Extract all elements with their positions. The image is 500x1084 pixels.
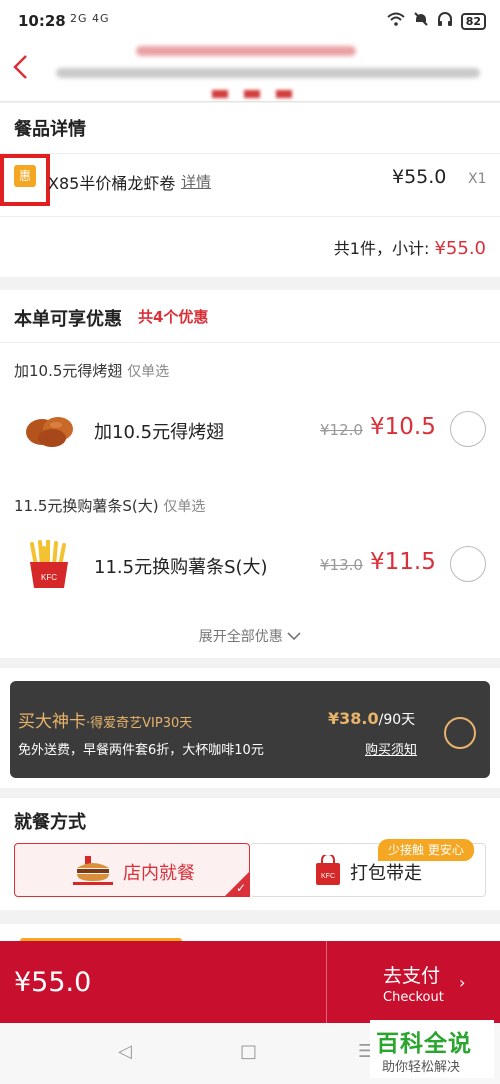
- dine-in-option[interactable]: 店内就餐 ✓: [14, 843, 250, 897]
- vip-period: /90天: [378, 712, 416, 728]
- item-price: ¥55.0: [392, 166, 447, 188]
- watermark-subtitle: 助你轻松解决: [382, 1060, 461, 1075]
- vip-select-radio[interactable]: [444, 717, 476, 749]
- nav-home-icon[interactable]: □: [240, 1041, 257, 1062]
- back-icon[interactable]: [12, 54, 28, 85]
- item-detail-link[interactable]: 详情: [181, 171, 211, 192]
- promotions-count: 共4个优惠: [138, 308, 209, 326]
- battery-icon: 82: [460, 12, 486, 30]
- vip-description: 免外送费，早餐两件套6折，大杯咖啡10元: [18, 743, 264, 758]
- offer-name: 加10.5元得烤翅: [94, 422, 225, 443]
- takeout-label: 打包带走: [350, 863, 422, 884]
- wifi-icon: [387, 12, 405, 30]
- dine-in-label: 店内就餐: [123, 863, 195, 884]
- promotions-card: 本单可享优惠 共4个优惠 加10.5元得烤翅 仅单选 加10.5元得烤翅 ¥12…: [0, 290, 500, 658]
- offer-old-price: ¥13.0: [320, 556, 363, 574]
- vip-title: 买大神卡·得爱奇艺VIP30天: [18, 712, 193, 732]
- discount-badge: 惠: [14, 165, 36, 187]
- nav-back-icon[interactable]: ◁: [118, 1041, 132, 1062]
- headphones-icon: [437, 11, 453, 31]
- vip-subtitle: ·得爱奇艺VIP30天: [86, 716, 193, 731]
- fries-image: KFC: [22, 539, 78, 590]
- order-section-title: 餐品详情: [14, 119, 86, 140]
- vip-terms-link[interactable]: 购买须知: [365, 739, 417, 758]
- status-bar: 10:28 2G 4G 82: [0, 0, 500, 40]
- chevron-right-icon: ›: [459, 973, 466, 992]
- vip-price: ¥38.0/90天: [328, 709, 416, 728]
- network-indicator: 2G 4G: [70, 12, 110, 25]
- checkout-label-en: Checkout: [383, 990, 444, 1005]
- subtotal-value: ¥55.0: [434, 238, 486, 259]
- svg-text:KFC: KFC: [321, 873, 335, 880]
- blurred-banner-title: [136, 46, 356, 56]
- expand-all-offers-button[interactable]: 展开全部优惠: [0, 626, 500, 646]
- status-time: 10:28: [18, 12, 66, 30]
- banner-dots: [212, 90, 292, 98]
- offer-header: 加10.5元得烤翅 仅单选: [14, 362, 170, 380]
- vip-card-offer[interactable]: 买大神卡·得爱奇艺VIP30天 免外送费，早餐两件套6折，大杯咖啡10元 ¥38…: [10, 681, 490, 778]
- divider: [0, 342, 500, 343]
- order-details-card: 餐品详情 惠 X85半价桶龙虾卷 详情 ¥55.0 X1 共1件，小计: ¥55…: [0, 103, 500, 277]
- promotions-title: 本单可享优惠: [14, 309, 122, 330]
- order-item-row: 惠 X85半价桶龙虾卷 详情 ¥55.0 X1: [0, 154, 500, 217]
- checkout-bar: ¥55.0 去支付 Checkout ›: [0, 941, 500, 1023]
- checkout-button[interactable]: 去支付 Checkout ›: [327, 941, 500, 1023]
- order-total: ¥55.0: [14, 967, 92, 998]
- offer-old-price: ¥12.0: [320, 421, 363, 439]
- chevron-down-icon: [287, 629, 301, 645]
- svg-text:KFC: KFC: [41, 573, 57, 582]
- dine-in-icon: [71, 854, 115, 890]
- status-icons: 82: [387, 11, 486, 31]
- watermark-title: 百科全说: [376, 1031, 472, 1057]
- mute-icon: [413, 11, 429, 31]
- takeout-bag-icon: KFC: [314, 853, 342, 891]
- offer-select-radio[interactable]: [450, 546, 486, 582]
- expand-label: 展开全部优惠: [198, 629, 283, 645]
- chicken-wings-image: [22, 404, 78, 454]
- offer-select-radio[interactable]: [450, 411, 486, 447]
- offer-tag: 仅单选: [163, 499, 206, 515]
- item-name: X85半价桶龙虾卷: [48, 174, 176, 193]
- checkout-label: 去支付: [383, 965, 441, 987]
- subtotal-label: 共1件，小计:: [333, 239, 430, 258]
- checkmark-icon: ✓: [235, 881, 246, 895]
- blurred-banner-text: [56, 68, 480, 78]
- offer-name: 11.5元换购薯条S(大): [94, 557, 268, 578]
- subtotal: 共1件，小计: ¥55.0: [334, 235, 486, 259]
- offer-header: 11.5元换购薯条S(大) 仅单选: [14, 497, 206, 515]
- contactless-badge: 少接触 更安心: [378, 839, 474, 861]
- dining-title: 就餐方式: [14, 812, 86, 833]
- subtotal-row: 共1件，小计: ¥55.0: [0, 217, 500, 277]
- top-nav: [0, 40, 500, 102]
- offer-new-price: ¥11.5: [370, 549, 436, 575]
- offer-tag: 仅单选: [127, 364, 170, 380]
- watermark: 百科全说 助你轻松解决: [370, 1020, 494, 1078]
- item-quantity: X1: [468, 171, 487, 187]
- offer-new-price: ¥10.5: [370, 414, 436, 440]
